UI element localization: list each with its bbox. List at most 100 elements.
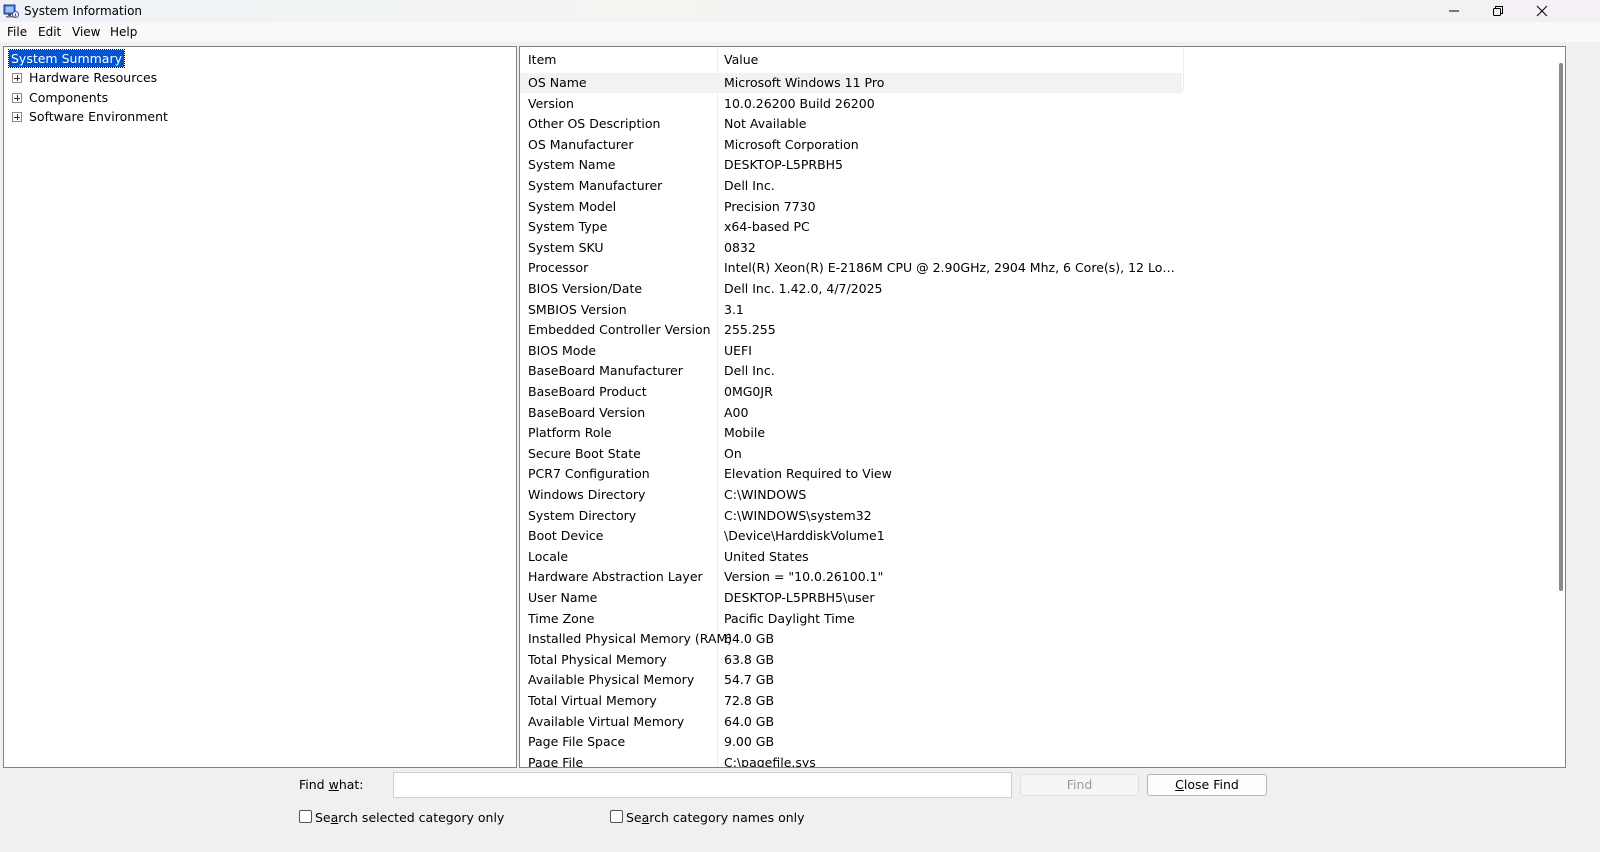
table-row[interactable]: PCR7 Configuration Elevation Required to … [520,464,1182,484]
tree-item-label: Software Environment [29,109,168,124]
minimize-icon [1449,10,1459,12]
row-item: User Name [528,590,598,605]
table-row[interactable]: Secure Boot State On [520,444,1182,464]
row-value: Dell Inc. [724,178,775,193]
find-what-input[interactable] [393,772,1012,798]
row-value: x64-based PC [724,219,810,235]
table-row[interactable]: Hardware Abstraction Layer Version = "10.… [520,567,1182,587]
restore-icon [1493,6,1503,16]
minimize-button[interactable] [1432,0,1476,22]
system-information-icon [3,4,19,18]
table-row[interactable]: Time Zone Pacific Daylight Time [520,609,1182,629]
table-row[interactable]: Total Physical Memory 63.8 GB [520,650,1182,670]
row-value: Not Available [724,116,807,132]
table-row[interactable]: System Model Precision 7730 [520,197,1182,217]
table-row[interactable]: Boot Device \Device\HarddiskVolume1 [520,526,1182,546]
row-value: UEFI [724,342,752,358]
row-item: Windows Directory [528,487,646,502]
table-row[interactable]: BaseBoard Product 0MG0JR [520,382,1182,402]
find-what-label: Find what: [299,777,364,792]
table-row[interactable]: User Name DESKTOP-L5PRBH5\user [520,588,1182,608]
table-row[interactable]: System Directory C:\WINDOWS\system32 [520,506,1182,526]
row-value: United States [724,548,809,564]
table-row[interactable]: System Type x64-based PC [520,217,1182,237]
table-row[interactable]: Page File C:\pagefile.sys [520,753,1182,768]
row-item: SMBIOS Version [528,301,627,317]
table-row[interactable]: Installed Physical Memory (RAM) 64.0 GB [520,629,1182,649]
menu-view[interactable]: View [72,25,100,39]
row-value: 63.8 GB [724,651,775,667]
category-tree[interactable]: System Summary Hardware Resources Compon… [3,46,517,768]
maximize-button[interactable] [1476,0,1520,22]
row-value: C:\WINDOWS\system32 [724,507,872,523]
table-row[interactable]: BaseBoard Version A00 [520,403,1182,423]
menu-bar: File Edit View Help [0,22,1600,42]
row-item: System Manufacturer [528,178,663,193]
row-value: 9.00 GB [724,734,775,750]
table-row[interactable]: Embedded Controller Version 255.255 [520,320,1182,340]
table-row[interactable]: Available Virtual Memory 64.0 GB [520,712,1182,732]
table-row[interactable]: Platform Role Mobile [520,423,1182,443]
row-value: 64.0 GB [724,713,775,729]
checkbox-box[interactable] [610,810,623,823]
close-icon [1536,5,1548,17]
close-window-button[interactable] [1520,0,1564,22]
list-header: Item Value [520,47,1182,74]
table-row[interactable]: OS Manufacturer Microsoft Corporation [520,135,1182,155]
search-selected-category-checkbox[interactable]: Search selected category only [299,810,504,826]
table-row[interactable]: BIOS Mode UEFI [520,341,1182,361]
details-list[interactable]: Item Value OS Name Microsoft Windows 11 P… [519,46,1566,768]
row-item: Installed Physical Memory (RAM) [528,631,733,647]
table-row[interactable]: Page File Space 9.00 GB [520,732,1182,752]
row-value: Mobile [724,425,766,441]
checkbox-box[interactable] [299,810,312,823]
table-row[interactable]: Available Physical Memory 54.7 GB [520,670,1182,690]
window-title: System Information [24,4,143,18]
find-bar: Find what: Find Close Find Search select… [0,768,1600,852]
table-row[interactable]: System Manufacturer Dell Inc. [520,176,1182,196]
table-row[interactable]: Other OS Description Not Available [520,114,1182,134]
row-value: C:\pagefile.sys [724,754,816,768]
row-value: 72.8 GB [724,693,775,708]
row-item: System Directory [528,507,637,523]
row-item: System Model [528,198,617,214]
row-item: Processor [528,260,589,276]
expand-icon[interactable] [12,112,22,122]
find-button[interactable]: Find [1020,774,1139,796]
column-header-value[interactable]: Value [724,47,758,73]
table-row[interactable]: OS Name Microsoft Windows 11 Pro [520,73,1182,93]
table-row[interactable]: BIOS Version/Date Dell Inc. 1.42.0, 4/7/2… [520,279,1182,299]
table-row[interactable]: Locale United States [520,547,1182,567]
table-row[interactable]: BaseBoard Manufacturer Dell Inc. [520,361,1182,381]
row-value: Pacific Daylight Time [724,610,855,626]
expand-icon[interactable] [12,93,22,103]
table-row[interactable]: SMBIOS Version 3.1 [520,300,1182,320]
table-row[interactable]: Version 10.0.26200 Build 26200 [520,94,1182,114]
column-divider[interactable] [1183,47,1184,91]
checkbox-label: Search selected category only [315,810,505,825]
row-value: C:\WINDOWS [724,487,807,502]
search-category-names-checkbox[interactable]: Search category names only [610,810,805,826]
row-value: Dell Inc. [724,363,775,379]
table-row[interactable]: System SKU 0832 [520,238,1182,258]
menu-edit[interactable]: Edit [38,25,61,39]
close-find-button[interactable]: Close Find [1147,774,1267,796]
table-row[interactable]: Total Virtual Memory 72.8 GB [520,691,1182,711]
table-row[interactable]: Processor Intel(R) Xeon(R) E-2186M CPU @ … [520,258,1182,278]
tree-item-system-summary[interactable]: System Summary [8,49,125,68]
column-header-item[interactable]: Item [528,47,556,73]
row-item: OS Manufacturer [528,136,634,152]
expand-icon[interactable] [12,73,22,83]
menu-help[interactable]: Help [110,25,137,39]
table-row[interactable]: System Name DESKTOP-L5PRBH5 [520,155,1182,175]
menu-file[interactable]: File [7,25,27,39]
row-value: 54.7 GB [724,672,775,688]
row-value: Precision 7730 [724,198,816,214]
row-value: 255.255 [724,322,776,338]
row-value: DESKTOP-L5PRBH5\user [724,590,875,605]
table-row[interactable]: Windows Directory C:\WINDOWS [520,485,1182,505]
row-item: BaseBoard Version [528,404,646,420]
vertical-scrollbar[interactable] [1559,63,1563,591]
row-item: System Name [528,157,616,173]
row-value: Microsoft Corporation [724,136,859,152]
